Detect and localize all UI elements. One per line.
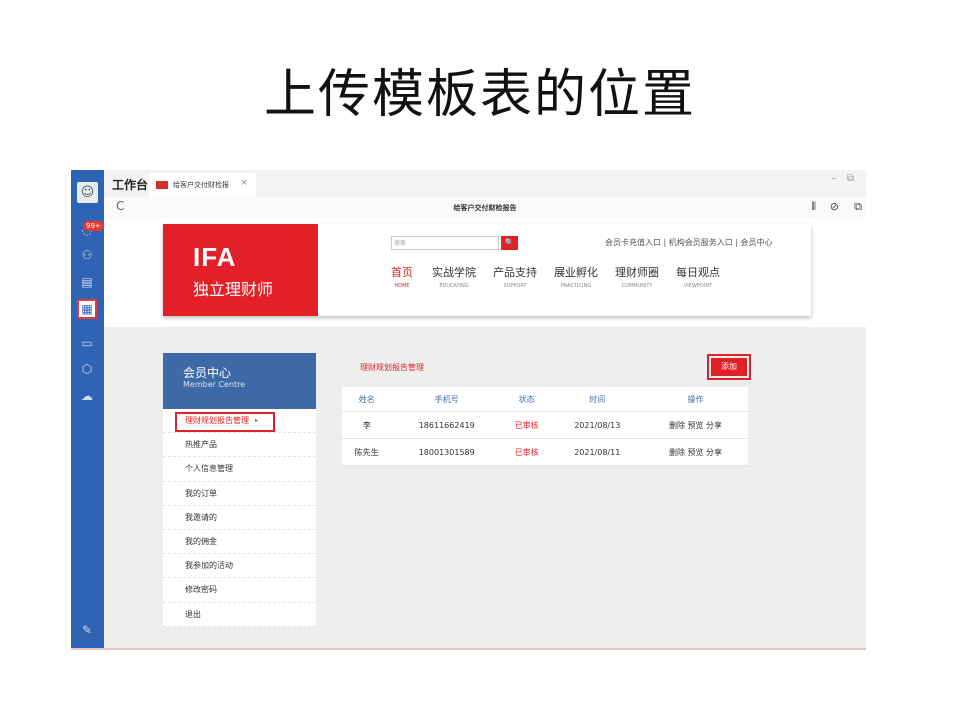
menu-practicing[interactable]: 展业孵化 PRACTICING — [551, 264, 601, 289]
status-badge: 已审核 — [501, 438, 552, 466]
cell-date: 2021/08/11 — [551, 438, 644, 466]
app-name: 工作台 — [112, 178, 149, 192]
user-avatar[interactable]: ☺ — [77, 182, 98, 203]
tab-title: 给客户交付财检报 — [173, 181, 229, 189]
window-icon[interactable]: ⧉ — [854, 200, 862, 214]
side-item-invited[interactable]: 我邀请的 — [163, 506, 316, 530]
title-bar: 工作台 给客户交付财检报 × – ⧉ — [104, 170, 866, 197]
browser-tab[interactable]: 给客户交付财检报 × — [149, 173, 256, 197]
menu-sublabel: HOME — [394, 283, 410, 289]
table-row: 李 18611662419 已审核 2021/08/13 删除 预览 分享 — [342, 411, 748, 439]
menu-label: 产品支持 — [493, 266, 537, 279]
site-header: IFA 独立理财师 搜索 🔍 会员卡充值入口 | 机构会员服务入口 | 会员中心… — [163, 224, 811, 316]
member-title-cn: 会员中心 — [183, 366, 232, 380]
unread-badge: 99+ — [83, 221, 104, 231]
menu-sublabel: COMMUNITY — [621, 283, 653, 289]
restore-icon[interactable]: ⧉ — [847, 173, 854, 184]
top-links[interactable]: 会员卡充值入口 | 机构会员服务入口 | 会员中心 — [605, 237, 773, 248]
menu-label: 理财师圈 — [615, 266, 659, 279]
cell-name: 陈先生 — [342, 438, 392, 466]
logo-text-en: IFA — [193, 242, 237, 272]
slide-title: 上传模板表的位置 — [263, 65, 696, 125]
apps-icon[interactable]: ▦ — [77, 299, 97, 319]
menu-educating[interactable]: 实战学院 EDUCATING — [429, 264, 479, 289]
section-title: 理财规划报告管理 — [360, 363, 424, 372]
column-header: 手机号 — [391, 387, 502, 412]
cell-date: 2021/08/13 — [551, 411, 644, 439]
side-item-change-password[interactable]: 修改密码 — [163, 578, 316, 603]
column-header: 姓名 — [342, 387, 392, 412]
member-title-en: Member Centre — [183, 380, 246, 389]
column-header: 时间 — [551, 387, 644, 412]
menu-support[interactable]: 产品支持 SUPPORT — [490, 264, 540, 289]
side-item-logout[interactable]: 退出 — [163, 603, 316, 627]
side-item-hot-products[interactable]: 热推产品 — [163, 433, 316, 458]
cube-icon[interactable]: ⬡ — [79, 361, 95, 377]
tab-favicon-icon — [156, 181, 168, 189]
member-side-menu: 理财规划报告管理 ▸ 热推产品 个人信息管理 我的订单 我邀请的 我的佣金 我参… — [163, 409, 316, 627]
nav-bar: C 给客户交付财检报告 ⫴ ⊘ ⧉ — [104, 197, 866, 220]
menu-sublabel: EDUCATING — [439, 283, 469, 289]
side-item-report-management[interactable]: 理财规划报告管理 ▸ — [163, 409, 316, 434]
menu-sublabel: PRACTICING — [560, 283, 592, 289]
status-badge: 已审核 — [501, 411, 552, 439]
menu-label: 展业孵化 — [554, 266, 598, 279]
settings-icon[interactable]: ⫴ — [811, 200, 816, 214]
site-header-area: IFA 独立理财师 搜索 🔍 会员卡充值入口 | 机构会员服务入口 | 会员中心… — [104, 219, 866, 327]
table-row: 陈先生 18001301589 已审核 2021/08/11 删除 预览 分享 — [342, 438, 748, 466]
left-dock: ☺ ◌ 99+ ⚇ ▤ ▦ ▭ ⬡ ☁ ✎ — [71, 170, 104, 648]
compass-icon[interactable]: ⊘ — [830, 200, 839, 213]
cell-phone: 18001301589 — [391, 438, 502, 466]
tab-close-icon[interactable]: × — [240, 178, 248, 188]
cell-name: 李 — [342, 411, 392, 439]
row-actions[interactable]: 删除 预览 分享 — [643, 438, 748, 466]
side-item-commission[interactable]: 我的佣金 — [163, 530, 316, 555]
content-area: 会员中心 Member Centre 理财规划报告管理 ▸ 热推产品 个人信息管… — [104, 327, 866, 648]
chevron-right-icon: ▸ — [255, 417, 259, 424]
page-title: 给客户交付财检报告 — [453, 204, 517, 212]
table-header-row: 姓名 手机号 状态 时间 操作 — [342, 387, 748, 412]
ifa-logo[interactable]: IFA 独立理财师 — [163, 224, 318, 316]
search-icon[interactable]: 🔍 — [501, 236, 518, 250]
minimize-icon[interactable]: – — [831, 173, 836, 184]
search-input[interactable]: 搜索 — [391, 236, 499, 250]
menu-home[interactable]: 首页 HOME — [377, 264, 427, 289]
logo-text-cn: 独立理财师 — [193, 280, 274, 299]
menu-label: 每日观点 — [676, 266, 720, 279]
menu-sublabel: SUPPORT — [503, 283, 527, 289]
org-icon[interactable]: ⚇ — [79, 247, 95, 263]
edit-icon[interactable]: ✎ — [79, 622, 95, 638]
mail-icon[interactable]: ▭ — [79, 335, 95, 351]
side-item-orders[interactable]: 我的订单 — [163, 482, 316, 506]
menu-community[interactable]: 理财师圈 COMMUNITY — [612, 264, 662, 289]
menu-label: 首页 — [391, 266, 413, 279]
side-item-activities[interactable]: 我参加的活动 — [163, 554, 316, 579]
highlight-box — [175, 412, 275, 432]
menu-viewpoint[interactable]: 每日观点 VIEWPOINT — [673, 264, 723, 289]
menu-label: 实战学院 — [432, 266, 476, 279]
app-screenshot: ☺ ◌ 99+ ⚇ ▤ ▦ ▭ ⬡ ☁ ✎ 工作台 给客户交付财检报 × – ⧉… — [71, 170, 866, 650]
member-centre-header: 会员中心 Member Centre — [163, 353, 316, 409]
calendar-icon[interactable]: ▤ — [79, 274, 95, 290]
cell-phone: 18611662419 — [391, 411, 502, 439]
side-item-profile[interactable]: 个人信息管理 — [163, 457, 316, 482]
add-button[interactable]: 添加 — [707, 354, 751, 380]
row-actions[interactable]: 删除 预览 分享 — [643, 411, 748, 439]
cloud-icon[interactable]: ☁ — [79, 388, 95, 404]
column-header: 操作 — [643, 387, 748, 412]
column-header: 状态 — [501, 387, 552, 412]
report-table: 姓名 手机号 状态 时间 操作 李 18611662419 已审核 2021/0… — [342, 387, 748, 466]
menu-sublabel: VIEWPOINT — [683, 283, 713, 289]
